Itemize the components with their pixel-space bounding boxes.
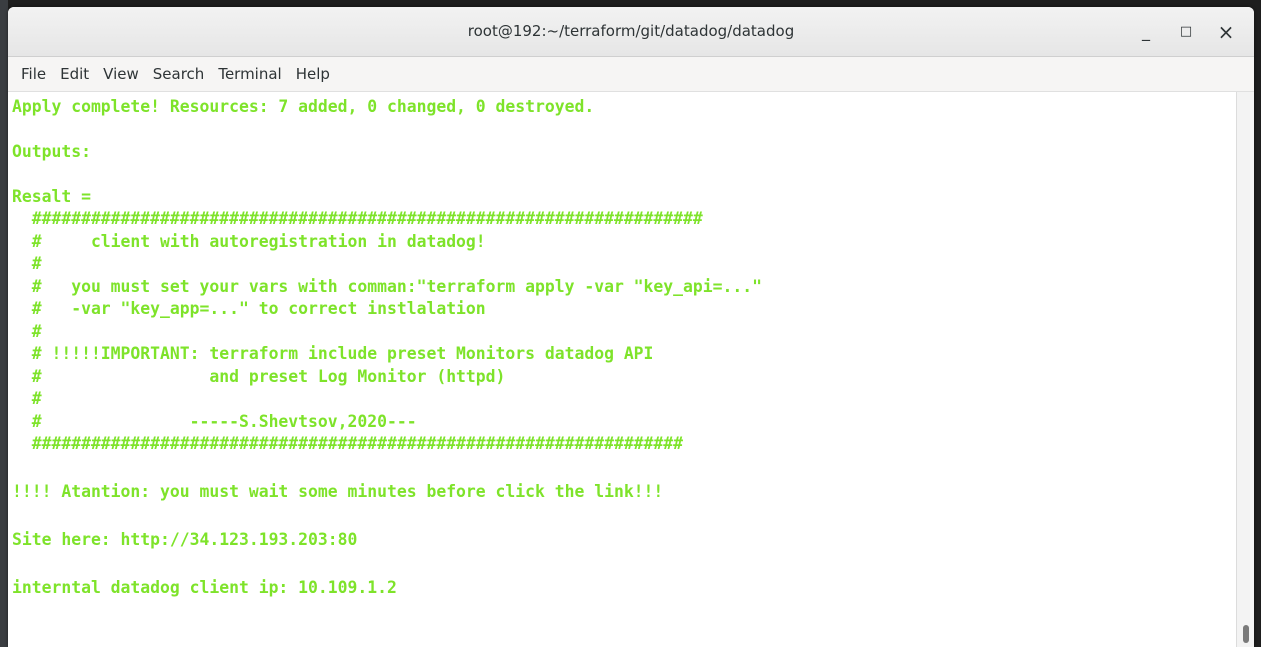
menu-view[interactable]: View: [96, 65, 146, 83]
terminal-line: # and preset Log Monitor (httpd): [12, 367, 506, 386]
minimize-icon: _: [1142, 22, 1150, 41]
terminal-line: # !!!!!IMPORTANT: terraform include pres…: [12, 344, 654, 363]
window-title: root@192:~/terraform/git/datadog/datadog: [467, 22, 795, 40]
menu-edit[interactable]: Edit: [53, 65, 96, 83]
terminal-scrollbar[interactable]: [1236, 92, 1254, 647]
minimize-button[interactable]: _: [1126, 15, 1166, 49]
terminal-line: #: [12, 254, 42, 273]
terminal-line: ########################################…: [12, 209, 703, 228]
scrollbar-thumb[interactable]: [1243, 625, 1249, 643]
terminal-line: interntal datadog client ip: 10.109.1.2: [12, 578, 397, 597]
close-button[interactable]: ×: [1206, 15, 1246, 49]
menu-search[interactable]: Search: [146, 65, 212, 83]
maximize-button[interactable]: □: [1166, 15, 1206, 49]
terminal-line: #: [12, 389, 42, 408]
window-controls: _ □ ×: [1126, 7, 1246, 56]
terminal-line: # client with autoregistration in datado…: [12, 232, 486, 251]
terminal-line: # -var "key_app=..." to correct instlala…: [12, 299, 486, 318]
background-editor-gutter: [0, 0, 8, 647]
terminal-line: ########################################…: [12, 434, 684, 453]
terminal-line: Site here: http://34.123.193.203:80: [12, 530, 358, 549]
terminal-line: Resalt =: [12, 187, 91, 206]
terminal-line: # -----S.Shevtsov,2020---: [12, 412, 417, 431]
menu-help[interactable]: Help: [289, 65, 337, 83]
terminal-line: Outputs:: [12, 142, 91, 161]
title-bar[interactable]: root@192:~/terraform/git/datadog/datadog…: [8, 7, 1254, 57]
terminal-line: !!!! Atantion: you must wait some minute…: [12, 482, 664, 501]
close-icon: ×: [1217, 19, 1235, 44]
menu-terminal[interactable]: Terminal: [211, 65, 288, 83]
menu-file[interactable]: File: [14, 65, 53, 83]
terminal-line: # you must set your vars with comman:"te…: [12, 277, 762, 296]
terminal-line: Apply complete! Resources: 7 added, 0 ch…: [12, 97, 595, 116]
menu-bar: File Edit View Search Terminal Help: [8, 57, 1254, 92]
terminal-line: #: [12, 322, 42, 341]
terminal-output[interactable]: Apply complete! Resources: 7 added, 0 ch…: [8, 92, 1237, 647]
maximize-icon: □: [1179, 24, 1193, 39]
